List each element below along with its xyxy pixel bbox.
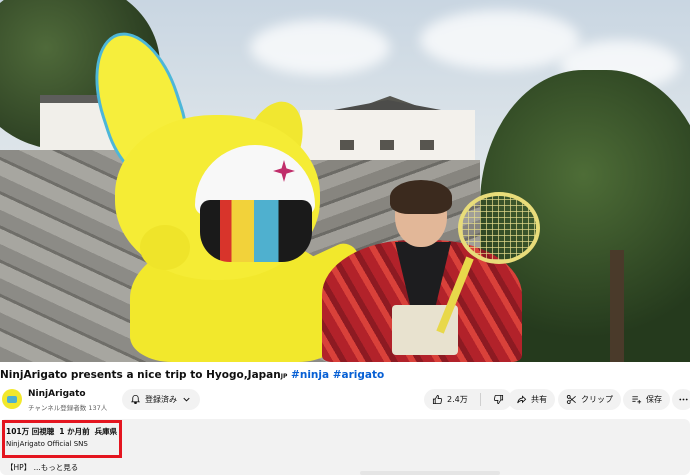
more-horizontal-icon [678,398,688,401]
chevron-down-icon [183,397,190,402]
save-button[interactable]: 保存 [623,389,670,410]
description-hp: 【HP】 [6,463,32,472]
share-button[interactable]: 共有 [508,389,555,410]
video-player[interactable] [0,0,690,362]
share-label: 共有 [531,395,547,404]
subscribed-label: 登録済み [145,395,177,404]
tree-trunk [610,250,624,362]
upload-date: 1 か月前 [59,427,90,436]
show-more-link[interactable]: ...もっと見る [34,463,79,472]
mascot-hand [140,225,190,270]
clip-button[interactable]: クリップ [558,389,621,410]
scissors-icon [566,395,576,404]
mascot-visor [200,200,312,262]
channel-name[interactable]: NinjArigato [28,389,86,399]
castle-window [340,140,354,150]
castle-window [380,140,394,150]
hashtag-arigato[interactable]: #arigato [333,369,385,381]
thumbs-up-icon [432,394,443,405]
hashtag-ninja[interactable]: #ninja [291,369,329,381]
clip-label: クリップ [581,395,613,404]
subscriber-count: チャンネル登録者数 137人 [28,404,108,412]
subscribed-button[interactable]: 登録済み [122,389,200,410]
cloud [250,20,390,75]
cloud [420,10,580,70]
mascot-avatar-icon [7,396,17,403]
like-count: 2.4万 [447,395,468,404]
playlist-add-icon [632,396,642,404]
scroll-peek [360,471,500,475]
share-icon [517,395,527,404]
bell-icon [131,394,140,405]
thumbs-down-icon [493,394,503,405]
video-meta: 101万 回視聴 1 か月前 兵庫県 [6,426,122,437]
description-line: NinjArigato Official SNS [6,440,88,448]
person-hair [390,180,452,214]
channel-row: NinjArigato チャンネル登録者数 137人 登録済み 2.4万 共有 … [0,388,690,414]
like-button[interactable]: 2.4万 [424,389,476,410]
description-more-row: 【HP】 ...もっと見る [6,462,78,473]
channel-avatar[interactable] [2,389,22,409]
like-separator [479,393,481,406]
video-title: NinjArigato presents a nice trip to Hyog… [0,369,690,381]
jp-badge: JP [280,373,288,380]
like-dislike-group: 2.4万 [424,389,512,410]
title-text: NinjArigato presents a nice trip to Hyog… [0,369,281,381]
location-tag[interactable]: 兵庫県 [95,427,118,436]
badminton-racket [458,192,540,264]
more-actions-button[interactable] [672,389,690,410]
view-count: 101万 回視聴 [6,427,55,436]
save-label: 保存 [646,395,662,404]
castle-window [420,140,434,150]
